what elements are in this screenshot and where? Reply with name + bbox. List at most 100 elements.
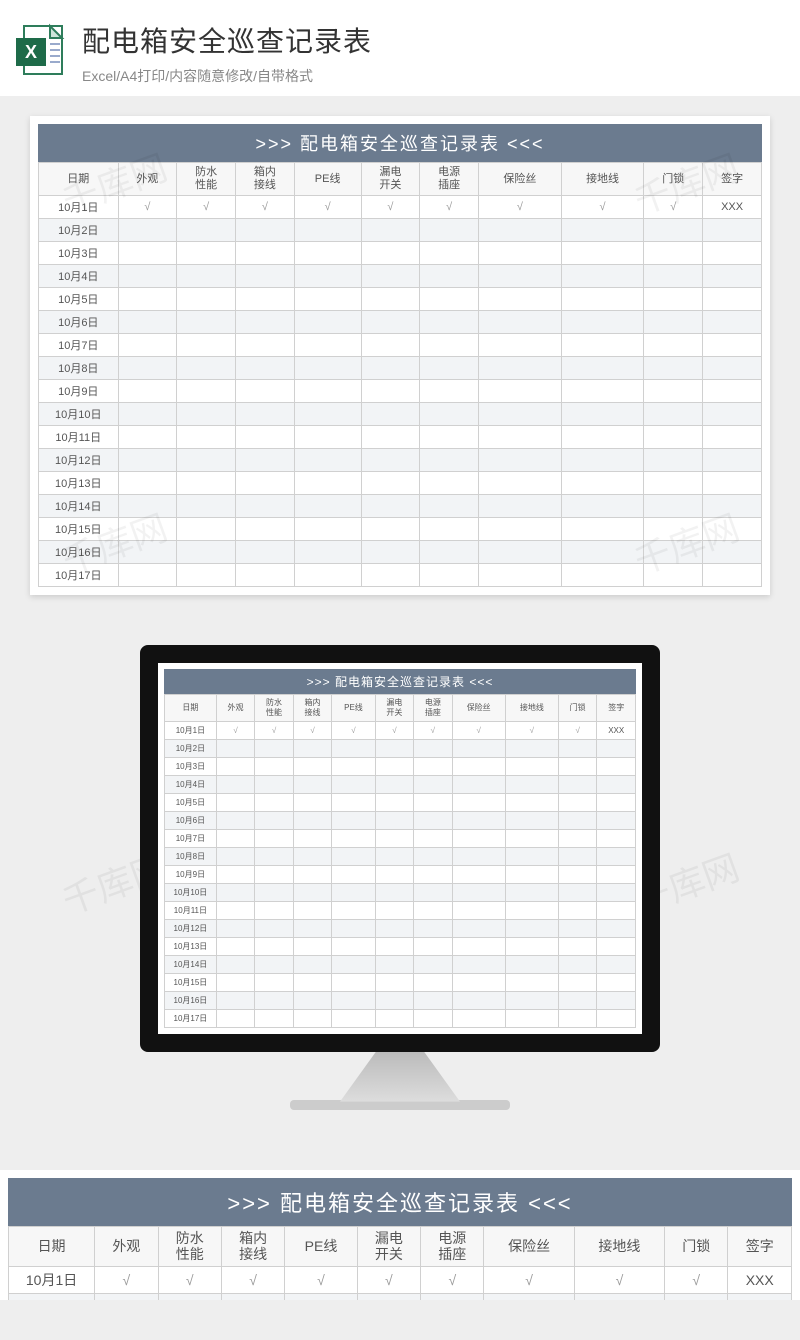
cell-check: √ <box>221 1267 284 1294</box>
cell-check <box>216 829 254 847</box>
cell-check <box>375 757 413 775</box>
table-row: 10月2日 <box>39 219 762 242</box>
cell-check <box>293 937 331 955</box>
cell-date: 10月14日 <box>165 955 217 973</box>
cell-date: 10月10日 <box>39 403 119 426</box>
cell-date: 10月11日 <box>39 426 119 449</box>
cell-check <box>505 919 558 937</box>
cell-check <box>505 883 558 901</box>
table-row: 10月5日 <box>39 288 762 311</box>
cell-date: 10月8日 <box>39 357 119 380</box>
cell-sign <box>703 288 762 311</box>
cell-check <box>332 991 375 1009</box>
cell-check <box>118 380 177 403</box>
cell-check <box>255 847 293 865</box>
cell-check <box>118 334 177 357</box>
cell-check <box>644 518 703 541</box>
table-row: 10月8日 <box>39 357 762 380</box>
cell-check: √ <box>665 1267 728 1294</box>
cell-check <box>479 357 562 380</box>
cell-sign: XXX <box>728 1267 792 1294</box>
cell-check <box>236 311 295 334</box>
cell-check <box>375 811 413 829</box>
cell-check <box>644 564 703 587</box>
cell-check <box>561 242 644 265</box>
column-header: 保险丝 <box>452 695 505 721</box>
cell-check <box>644 380 703 403</box>
cell-check <box>479 403 562 426</box>
cell-check <box>452 757 505 775</box>
cell-date: 10月16日 <box>165 991 217 1009</box>
table-row: 10月10日 <box>165 883 636 901</box>
cell-check <box>361 472 420 495</box>
column-header: PE线 <box>332 695 375 721</box>
cell-check <box>118 265 177 288</box>
table-header-row: 日期外观防水性能箱内接线PE线漏电开关电源插座保险丝接地线门锁签字 <box>165 695 636 721</box>
cell-check <box>375 937 413 955</box>
cell-check <box>236 334 295 357</box>
cell-check <box>414 937 452 955</box>
column-header: 保险丝 <box>484 1226 574 1267</box>
cell-check <box>644 472 703 495</box>
cell-date: 10月5日 <box>165 793 217 811</box>
cell-date: 10月2日 <box>9 1294 95 1300</box>
cell-check <box>505 775 558 793</box>
cell-check <box>361 288 420 311</box>
cell-check <box>236 564 295 587</box>
cell-check <box>414 883 452 901</box>
cell-sign: XXX <box>703 196 762 219</box>
cell-sign <box>597 865 636 883</box>
excel-icon: X <box>10 20 70 80</box>
cell-check: √ <box>255 721 293 739</box>
cell-check <box>361 564 420 587</box>
cell-check <box>255 883 293 901</box>
cell-check <box>293 739 331 757</box>
cell-check <box>236 541 295 564</box>
column-header: 保险丝 <box>479 163 562 196</box>
cell-sign <box>703 564 762 587</box>
cell-sign <box>703 472 762 495</box>
cell-check <box>255 991 293 1009</box>
cell-sign <box>703 311 762 334</box>
cell-check <box>479 288 562 311</box>
cell-check <box>293 883 331 901</box>
cell-check <box>414 901 452 919</box>
table-row: 10月8日 <box>165 847 636 865</box>
cell-check: √ <box>420 196 479 219</box>
cell-check <box>414 1009 452 1027</box>
cell-check <box>420 449 479 472</box>
cell-check <box>558 937 596 955</box>
page-header: X 配电箱安全巡查记录表 Excel/A4打印/内容随意修改/自带格式 <box>0 0 800 96</box>
cell-check <box>479 242 562 265</box>
cell-check <box>452 883 505 901</box>
cell-check <box>375 919 413 937</box>
cell-check <box>375 973 413 991</box>
sheet-banner: >>> 配电箱安全巡查记录表 <<< <box>8 1178 792 1226</box>
cell-check <box>293 775 331 793</box>
cell-check <box>505 811 558 829</box>
table-row: 10月11日 <box>165 901 636 919</box>
cell-check <box>294 449 361 472</box>
cell-check <box>255 865 293 883</box>
table-row: 10月2日 <box>165 739 636 757</box>
cell-check <box>452 739 505 757</box>
table-row: 10月12日 <box>165 919 636 937</box>
cell-check <box>452 829 505 847</box>
cell-check <box>216 793 254 811</box>
cell-check <box>479 380 562 403</box>
cell-check <box>375 991 413 1009</box>
page-subtitle: Excel/A4打印/内容随意修改/自带格式 <box>82 66 372 86</box>
cell-check <box>479 495 562 518</box>
cell-check <box>420 288 479 311</box>
cell-check <box>644 242 703 265</box>
cell-sign <box>703 541 762 564</box>
cell-check <box>216 955 254 973</box>
table-row: 10月5日 <box>165 793 636 811</box>
cell-check <box>294 380 361 403</box>
cell-check <box>452 991 505 1009</box>
cell-check <box>558 793 596 811</box>
cell-check <box>375 775 413 793</box>
cell-check: √ <box>361 196 420 219</box>
cell-check <box>294 472 361 495</box>
cell-check <box>558 883 596 901</box>
